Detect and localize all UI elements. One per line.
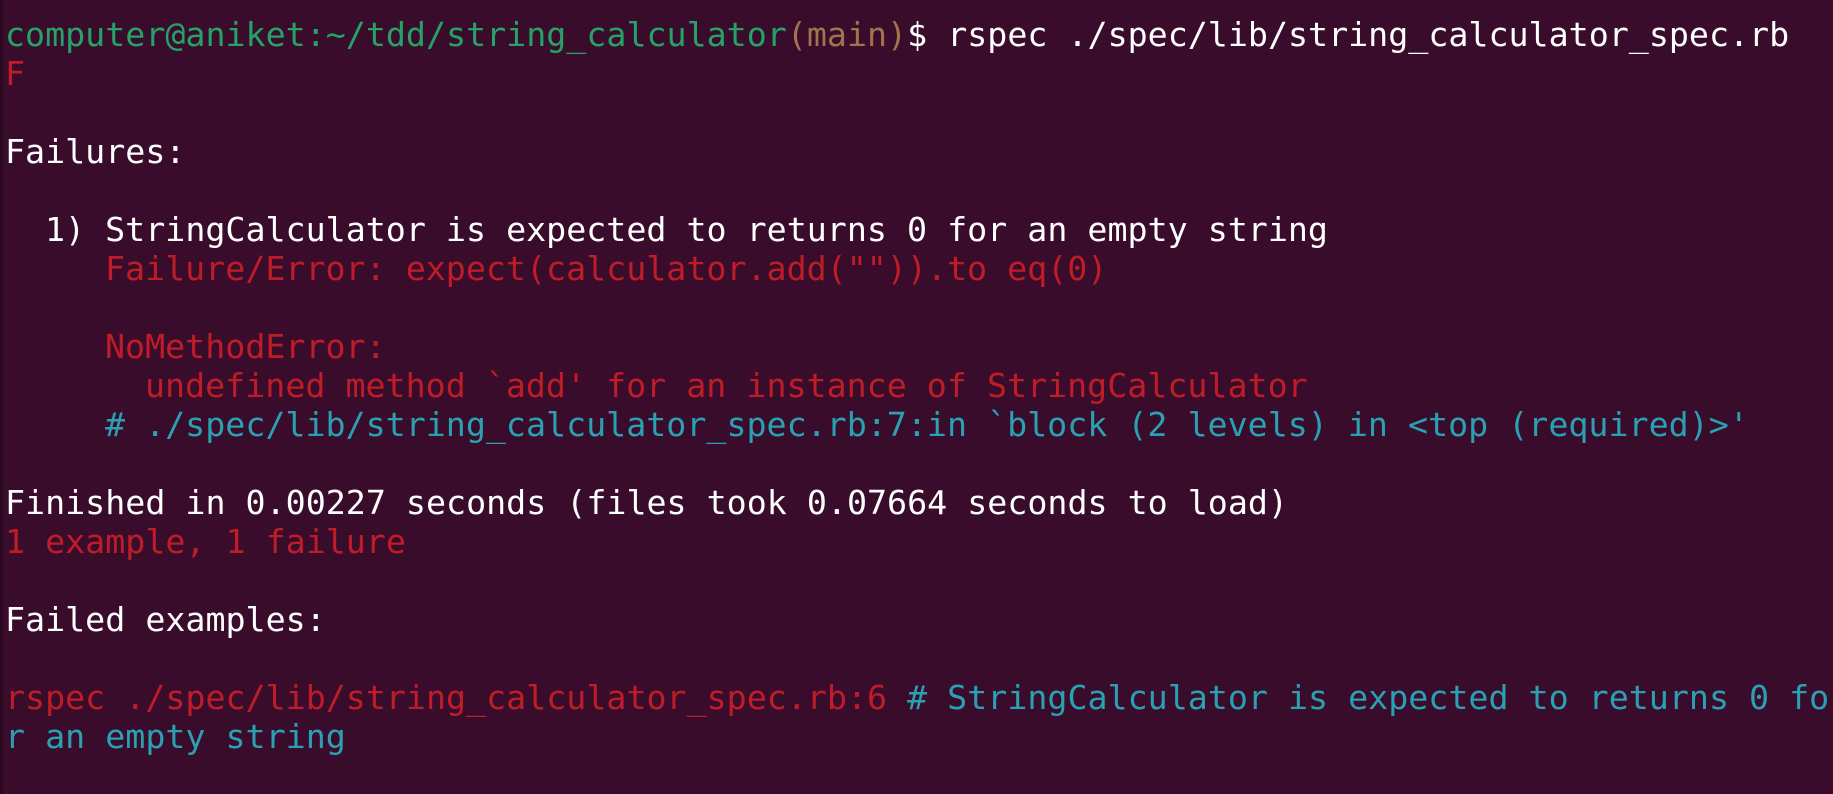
failures-header: Failures: [5, 132, 186, 171]
window-edge [0, 0, 3, 794]
result-summary: 1 example, 1 failure [5, 522, 406, 561]
finished-summary: Finished in 0.00227 seconds (files took … [5, 483, 1288, 522]
terminal-window[interactable]: computer@aniket:~/tdd/string_calculator(… [0, 0, 1833, 794]
error-message: undefined method `add' for an instance o… [145, 366, 1308, 405]
rerun-line: rspec ./spec/lib/string_calculator_spec.… [5, 678, 1831, 717]
prompt-path: :~/tdd/string_calculator [305, 15, 787, 54]
failed-examples-header: Failed examples: [5, 600, 326, 639]
terminal-output: computer@aniket:~/tdd/string_calculator(… [5, 15, 1831, 756]
rerun-command: rspec ./spec/lib/string_calculator_spec.… [5, 678, 888, 717]
prompt-line: computer@aniket:~/tdd/string_calculator(… [5, 15, 1831, 54]
prompt-git-branch: (main) [786, 15, 908, 54]
failure-title: 1) StringCalculator is expected to retur… [45, 210, 1328, 249]
progress-indicator: F [5, 54, 26, 93]
rerun-comment: # StringCalculator is expected to return… [887, 678, 1830, 717]
prompt-symbol: $ [907, 15, 948, 54]
command-text: rspec ./spec/lib/string_calculator_spec.… [947, 15, 1790, 54]
error-class: NoMethodError: [105, 327, 386, 366]
rerun-comment-wrap: r an empty string [5, 717, 346, 756]
prompt-user-host: computer@aniket [5, 15, 306, 54]
failure-error-line: Failure/Error: expect(calculator.add("")… [105, 249, 1108, 288]
backtrace-line: # ./spec/lib/string_calculator_spec.rb:7… [105, 405, 1749, 444]
